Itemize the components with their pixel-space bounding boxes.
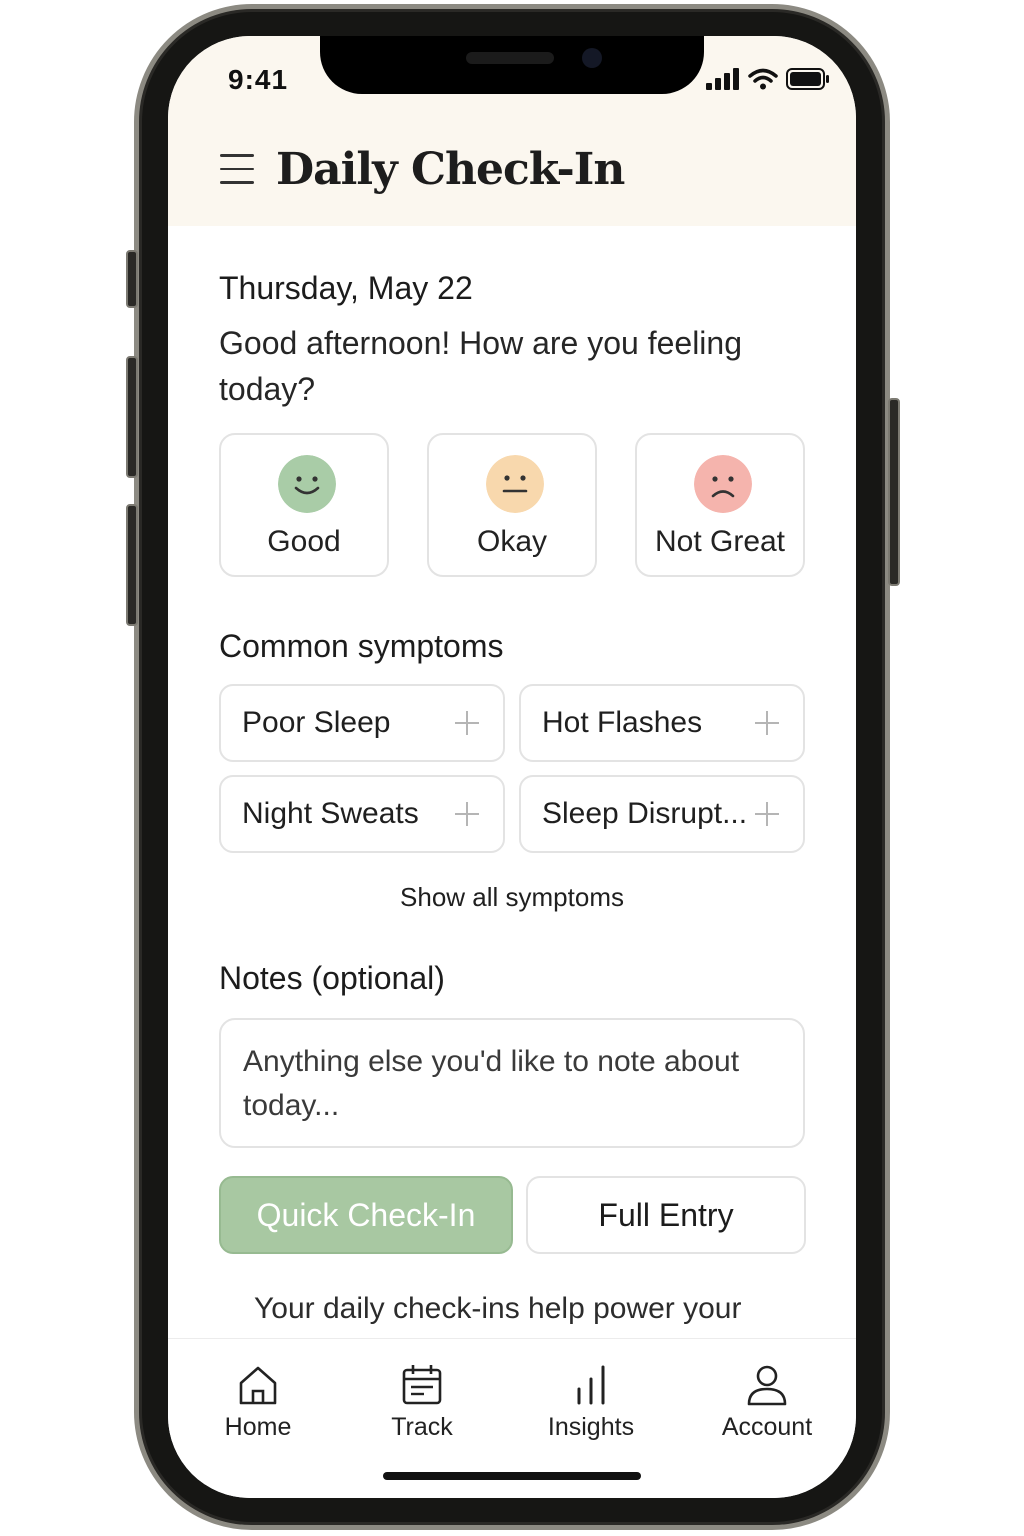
home-icon — [239, 1366, 277, 1405]
plus-icon — [455, 802, 479, 826]
volume-up-button — [126, 356, 138, 478]
symptom-chip-hot-flashes[interactable]: Hot Flashes — [519, 684, 805, 762]
tab-label: Home — [224, 1413, 292, 1441]
mood-okay-button[interactable]: Okay — [427, 433, 597, 577]
cellular-signal-icon — [706, 68, 739, 90]
battery-icon — [786, 68, 829, 90]
symptom-label: Sleep Disrupt... — [542, 797, 748, 830]
power-button — [888, 398, 900, 586]
person-icon — [747, 1365, 787, 1406]
notes-field[interactable] — [219, 1018, 805, 1148]
greeting-text: Good afternoon! How are you feeling toda… — [219, 325, 742, 407]
tab-label: Insights — [547, 1413, 635, 1441]
page-title: Daily Check-In — [276, 144, 625, 195]
tab-track[interactable]: Track — [352, 1363, 492, 1442]
wifi-icon — [748, 68, 778, 90]
plus-icon — [755, 711, 779, 735]
volume-down-button — [126, 504, 138, 626]
tab-home[interactable]: Home — [188, 1363, 328, 1442]
notes-input[interactable] — [243, 1040, 781, 1126]
symptom-chip-poor-sleep[interactable]: Poor Sleep — [219, 684, 505, 762]
symptom-label: Hot Flashes — [542, 706, 703, 739]
home-indicator — [383, 1472, 641, 1480]
neutral-face-icon — [486, 455, 544, 513]
symptom-label: Poor Sleep — [242, 706, 391, 739]
status-icons — [706, 68, 830, 90]
symptom-chip-night-sweats[interactable]: Night Sweats — [219, 775, 505, 853]
quick-check-in-button[interactable]: Quick Check-In — [219, 1176, 513, 1254]
front-camera — [582, 48, 602, 68]
mood-label: Good — [267, 525, 341, 558]
tab-account[interactable]: Account — [697, 1363, 837, 1442]
symptom-chip-sleep-disruption[interactable]: Sleep Disrupt... — [519, 775, 805, 853]
bar-chart-icon — [577, 1365, 605, 1405]
notch — [320, 36, 704, 94]
tab-label: Account — [721, 1413, 813, 1441]
symptom-label: Night Sweats — [242, 797, 419, 830]
status-time: 9:41 — [228, 64, 289, 95]
plus-icon — [755, 802, 779, 826]
current-date: Thursday, May 22 — [219, 270, 473, 306]
mute-switch — [126, 250, 138, 308]
mood-not-great-button[interactable]: Not Great — [635, 433, 805, 577]
mood-label: Okay — [476, 525, 548, 558]
mood-label: Not Great — [654, 525, 786, 558]
plus-icon — [455, 711, 479, 735]
tab-insights[interactable]: Insights — [521, 1363, 661, 1442]
frowning-face-icon — [694, 455, 752, 513]
mood-good-button[interactable]: Good — [219, 433, 389, 577]
phone-screen: Daily Check-In 9:41 Thursday, May 22 Goo… — [168, 36, 856, 1498]
notes-heading: Notes (optional) — [219, 960, 445, 996]
calendar-icon — [402, 1365, 442, 1405]
symptoms-heading: Common symptoms — [219, 628, 504, 664]
smiling-face-icon — [278, 455, 336, 513]
show-all-symptoms-link[interactable]: Show all symptoms — [168, 882, 856, 913]
hamburger-menu-icon[interactable] — [220, 154, 254, 186]
speaker-grille — [466, 52, 554, 64]
tab-label: Track — [391, 1413, 453, 1441]
full-entry-button[interactable]: Full Entry — [526, 1176, 806, 1254]
